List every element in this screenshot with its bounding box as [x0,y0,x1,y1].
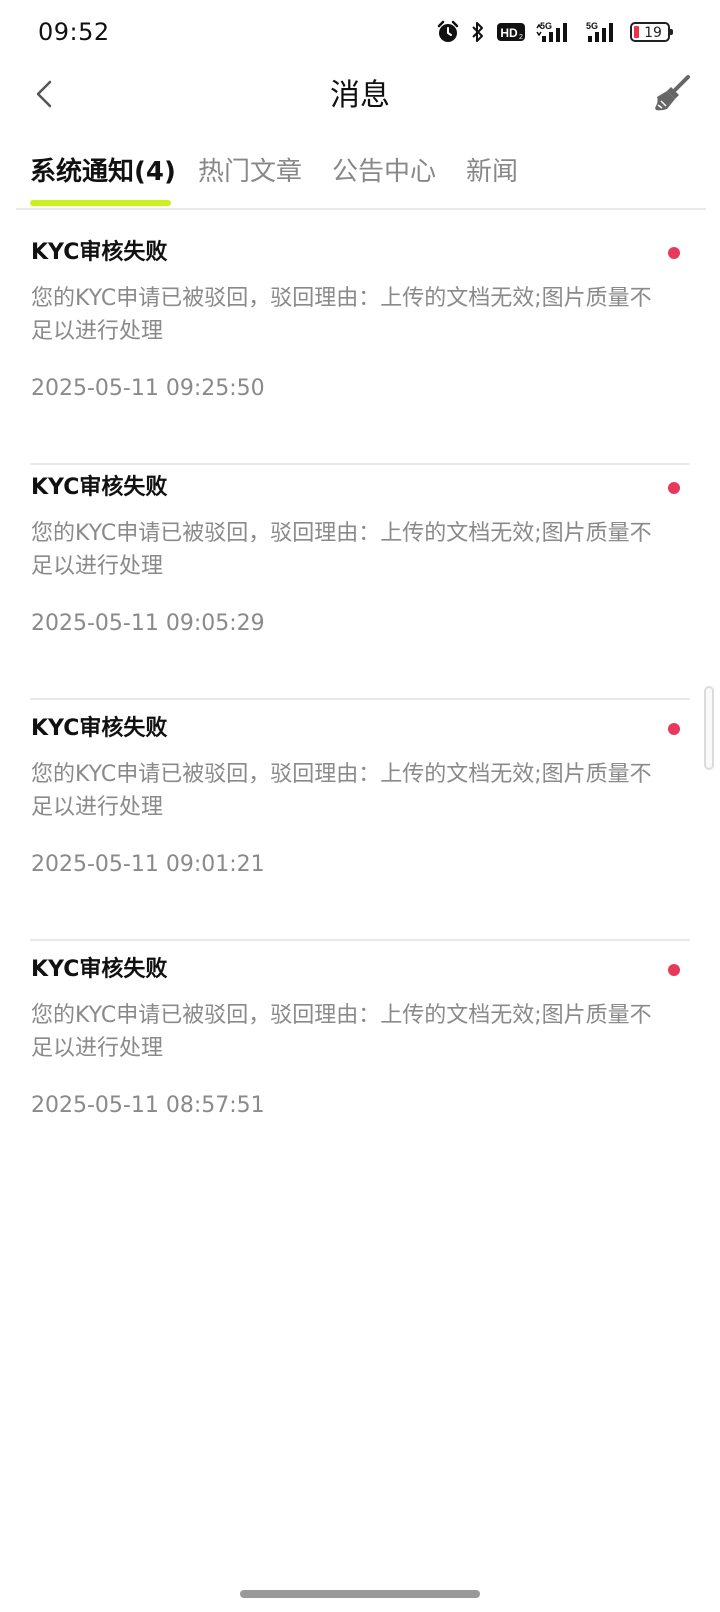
svg-text:5G: 5G [540,21,552,31]
active-tab-indicator [30,200,171,206]
message-item[interactable]: KYC审核失败 您的KYC申请已被驳回，驳回理由：上传的文档无效;图片质量不足以… [30,941,690,1182]
unread-dot [668,964,680,976]
scrollbar[interactable] [704,686,714,770]
page-title: 消息 [330,78,390,113]
clear-messages-button[interactable] [650,74,694,118]
tab-news[interactable]: 新闻 [466,154,518,190]
message-item[interactable]: KYC审核失败 您的KYC申请已被驳回，驳回理由：上传的文档无效;图片质量不足以… [30,700,690,941]
bluetooth-icon [470,20,486,44]
header: 消息 [0,64,720,128]
message-body: 您的KYC申请已被驳回，驳回理由：上传的文档无效;图片质量不足以进行处理 [31,286,652,344]
tab-announcements[interactable]: 公告中心 [332,154,436,190]
message-list: KYC审核失败 您的KYC申请已被驳回，驳回理由：上传的文档无效;图片质量不足以… [0,224,720,1182]
message-title: KYC审核失败 [31,957,168,982]
message-time: 2025-05-11 09:25:50 [31,376,265,401]
tab-hot-articles[interactable]: 热门文章 [198,154,302,190]
svg-text:5G: 5G [586,21,598,31]
screen: 09:52 HD 2 5G 5G 19 消息 系统通知(4) 热门文章 公告中心… [0,0,720,1612]
message-body: 您的KYC申请已被驳回，驳回理由：上传的文档无效;图片质量不足以进行处理 [31,521,652,579]
tab-bar: 系统通知(4) 热门文章 公告中心 新闻 [16,148,706,210]
message-time: 2025-05-11 09:01:21 [31,852,265,877]
message-title: KYC审核失败 [31,240,168,265]
tab-system-notifications[interactable]: 系统通知(4) [30,154,176,190]
message-body: 您的KYC申请已被驳回，驳回理由：上传的文档无效;图片质量不足以进行处理 [31,1003,652,1061]
message-item[interactable]: KYC审核失败 您的KYC申请已被驳回，驳回理由：上传的文档无效;图片质量不足以… [30,459,690,700]
home-indicator[interactable] [240,1590,480,1598]
alarm-icon [436,20,460,44]
signal-icon: 5G [536,20,576,44]
unread-dot [668,723,680,735]
message-item[interactable]: KYC审核失败 您的KYC申请已被驳回，驳回理由：上传的文档无效;图片质量不足以… [30,224,690,465]
svg-text:2: 2 [519,34,523,41]
unread-dot [668,247,680,259]
signal-icon-2: 5G [586,20,620,44]
message-title: KYC审核失败 [31,716,168,741]
status-bar: 09:52 HD 2 5G 5G 19 [0,0,720,64]
hd-icon: HD 2 [496,21,526,43]
battery-level: 19 [644,25,662,41]
unread-dot [668,482,680,494]
message-title: KYC审核失败 [31,475,168,500]
message-body: 您的KYC申请已被驳回，驳回理由：上传的文档无效;图片质量不足以进行处理 [31,762,652,820]
message-time: 2025-05-11 08:57:51 [31,1093,265,1118]
status-icons: HD 2 5G 5G 19 [436,18,673,46]
svg-text:HD: HD [500,26,518,40]
broom-icon [653,75,691,117]
status-time: 09:52 [38,18,110,46]
battery-icon: 19 [630,22,673,42]
message-time: 2025-05-11 09:05:29 [31,611,265,636]
